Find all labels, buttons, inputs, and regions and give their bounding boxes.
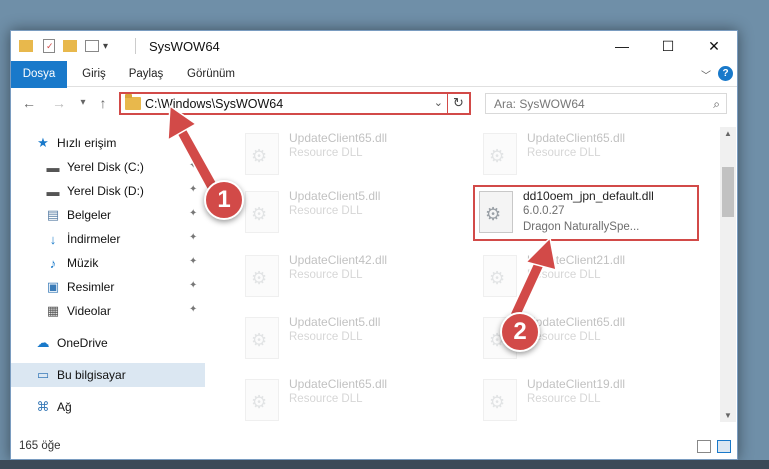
step-badge-2: 2 xyxy=(500,312,540,352)
step-badge-1: 1 xyxy=(204,180,244,220)
annotation-arrow-1 xyxy=(167,104,557,319)
desktop-strip xyxy=(0,460,769,469)
